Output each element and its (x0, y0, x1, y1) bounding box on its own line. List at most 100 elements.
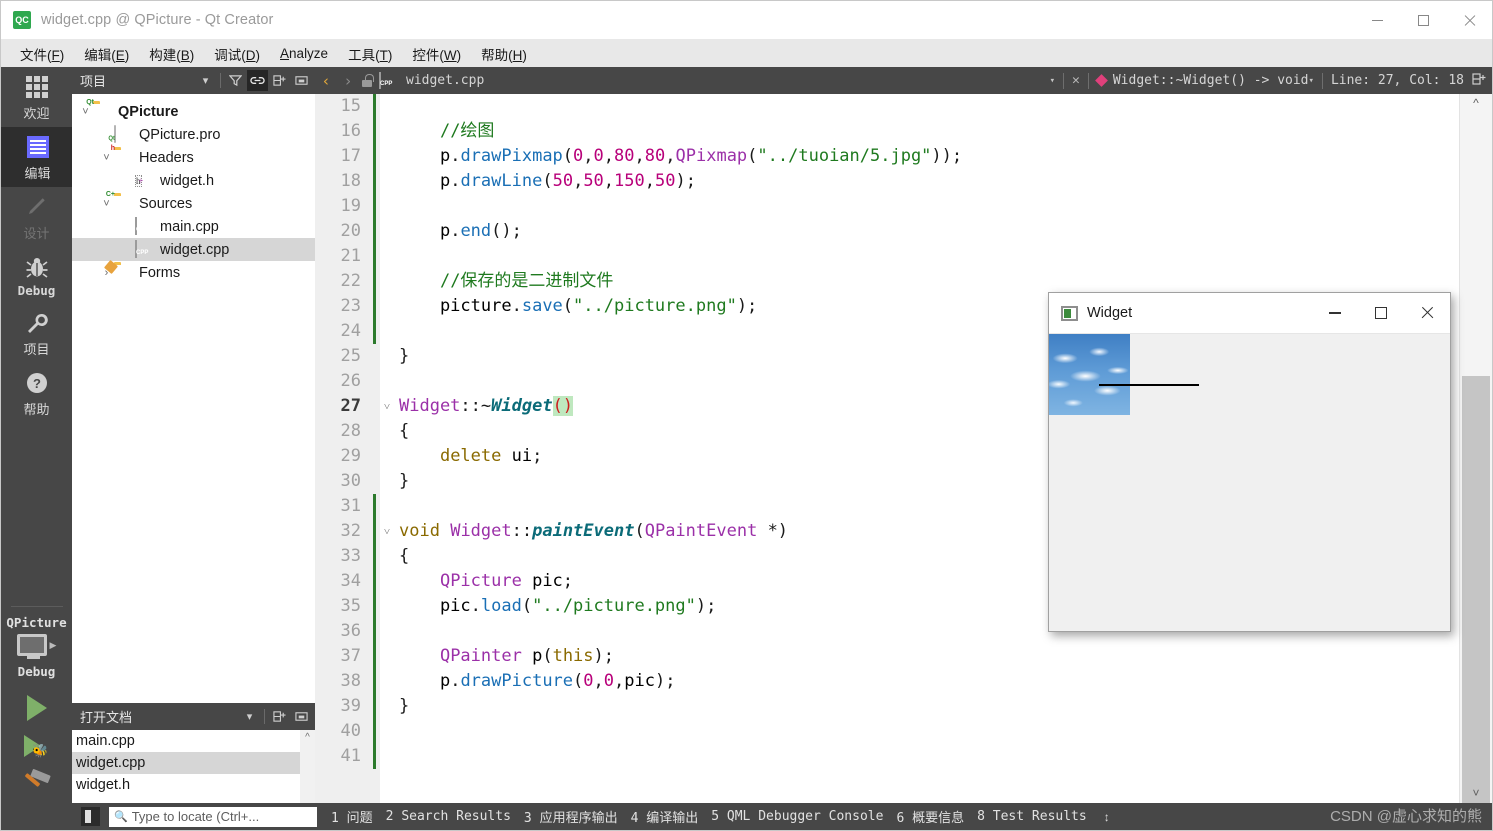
mode-design[interactable]: 设计 (1, 187, 72, 247)
file-selector[interactable]: CPP widget.cpp (379, 71, 484, 89)
expand-arrow-icon[interactable]: ˅ (99, 198, 114, 210)
pane-button-overview[interactable]: 6 概要信息 (896, 807, 964, 826)
chevron-down-icon[interactable]: ▾ (195, 70, 216, 91)
qt-creator-window: QC widget.cpp @ QPicture - Qt Creator 文件… (0, 0, 1493, 831)
project-panel-title: 项目 (80, 74, 107, 89)
cpp-file-icon: CPP (379, 71, 396, 89)
scrollbar-thumb[interactable] (1462, 376, 1490, 803)
menu-analyze[interactable]: Analyze (270, 43, 338, 64)
code-line[interactable]: p.drawLine(50,50,150,50); (399, 169, 1459, 194)
minimize-panel-icon[interactable] (291, 70, 312, 91)
maximize-button[interactable] (1400, 1, 1446, 39)
tree-item-headers[interactable]: ˅ h Headers (72, 145, 315, 169)
updown-arrows-icon[interactable]: ↕ (1104, 810, 1110, 824)
symbol-selector[interactable]: Widget::~Widget() -> void (1113, 73, 1309, 88)
open-doc-widget-h[interactable]: widget.h (72, 774, 315, 796)
scroll-up-icon[interactable]: ^ (305, 730, 310, 743)
code-line[interactable] (399, 744, 1459, 769)
tree-item-label: main.cpp (160, 218, 219, 235)
close-button[interactable] (1446, 1, 1492, 39)
widget-app-icon (1061, 305, 1078, 321)
scroll-up-icon[interactable]: ^ (1460, 94, 1492, 113)
menu-widgets[interactable]: 控件(W) (402, 41, 471, 67)
split-icon[interactable] (269, 706, 290, 727)
code-line[interactable]: //保存的是二进制文件 (399, 269, 1459, 294)
run-button[interactable] (1, 689, 72, 727)
open-documents-scrollbar[interactable]: ^ (300, 730, 315, 803)
open-doc-main-cpp[interactable]: main.cpp (72, 730, 315, 752)
mode-bar: 欢迎 编辑 设计 Debug 项目 ? 帮助 QPicture ▶ Debug … (1, 67, 72, 803)
code-line[interactable]: QPainter p(this); (399, 644, 1459, 669)
mode-debug[interactable]: Debug (1, 247, 72, 303)
tree-item-widget-cpp[interactable]: CPP widget.cpp (72, 238, 315, 261)
debug-button[interactable]: 🐝 (1, 727, 72, 765)
line-number: 33 (340, 546, 361, 566)
tree-item-main-cpp[interactable]: CPP main.cpp (72, 215, 315, 238)
popup-title: Widget (1087, 305, 1133, 321)
code-line[interactable] (399, 244, 1459, 269)
menu-tools[interactable]: 工具(T) (338, 41, 402, 67)
qt-project-folder-icon: Qt (86, 99, 94, 106)
fold-toggle-icon[interactable]: ˅ (379, 519, 395, 544)
menu-file[interactable]: 文件(F) (10, 41, 74, 67)
popup-minimize-button[interactable] (1312, 293, 1358, 333)
popup-maximize-button[interactable] (1358, 293, 1404, 333)
pane-button-qml-console[interactable]: 5 QML Debugger Console (711, 809, 883, 824)
mode-projects[interactable]: 项目 (1, 303, 72, 363)
kit-selector[interactable]: ▶ (16, 634, 56, 659)
code-line[interactable]: //绘图 (399, 119, 1459, 144)
code-line[interactable] (399, 194, 1459, 219)
code-line[interactable] (399, 94, 1459, 119)
tree-item-widget-h[interactable]: h + widget.h (72, 169, 315, 192)
filter-icon[interactable] (225, 70, 246, 91)
split-icon[interactable] (269, 70, 290, 91)
expand-arrow-icon[interactable]: ˅ (99, 152, 114, 164)
build-button[interactable] (1, 765, 72, 803)
chevron-down-icon[interactable]: ▾ (239, 706, 260, 727)
mode-welcome[interactable]: 欢迎 (1, 67, 72, 127)
mode-help[interactable]: ? 帮助 (1, 363, 72, 423)
file-dropdown-icon[interactable]: ▾ (1050, 76, 1055, 86)
code-line[interactable]: p.end(); (399, 219, 1459, 244)
pane-button-test-results[interactable]: 8 Test Results (977, 809, 1087, 824)
tree-item-qpicture[interactable]: ˅ Qt QPicture (72, 99, 315, 123)
mode-edit[interactable]: 编辑 (1, 127, 72, 187)
pane-button-compile-output[interactable]: 4 编译输出 (631, 807, 699, 826)
code-line[interactable] (399, 719, 1459, 744)
code-line[interactable]: } (399, 694, 1459, 719)
menu-help[interactable]: 帮助(H) (471, 41, 537, 67)
code-line[interactable]: p.drawPixmap(0,0,80,80,QPixmap("../tuoia… (399, 144, 1459, 169)
popup-close-button[interactable] (1404, 293, 1450, 333)
menu-build[interactable]: 构建(B) (139, 41, 204, 67)
fold-toggle-icon[interactable]: ˅ (379, 394, 395, 419)
menu-debug[interactable]: 调试(D) (204, 41, 270, 67)
link-icon[interactable] (247, 70, 268, 91)
toggle-sidebar-icon[interactable] (81, 807, 100, 826)
fold-markers[interactable]: ˅ ˅ (377, 94, 399, 803)
scroll-down-icon[interactable]: ˅ (1460, 784, 1492, 803)
pane-button-search[interactable]: 2 Search Results (386, 809, 511, 824)
menu-edit[interactable]: 编辑(E) (74, 41, 139, 67)
kit-project-name: QPicture (6, 615, 67, 630)
nav-forward-icon[interactable]: › (337, 72, 359, 90)
code-line[interactable]: p.drawPicture(0,0,pic); (399, 669, 1459, 694)
locator-input[interactable]: 🔍 Type to locate (Ctrl+... (109, 806, 317, 827)
widget-preview-window[interactable]: Widget (1048, 292, 1451, 632)
tree-item-qpicture-pro[interactable]: Qt QPicture.pro (72, 123, 315, 146)
pane-button-problems[interactable]: 1 问题 (331, 807, 373, 826)
open-doc-widget-cpp[interactable]: widget.cpp (72, 752, 315, 774)
line-number: 20 (340, 221, 361, 241)
tree-item-forms[interactable]: › Forms (72, 261, 315, 284)
symbol-dropdown-icon[interactable]: ▾ (1309, 76, 1314, 86)
tree-item-sources[interactable]: ˅ C+ Sources (72, 191, 315, 215)
close-document-icon[interactable]: ✕ (1072, 73, 1080, 88)
editor-vertical-scrollbar[interactable]: ^ ˅ (1459, 94, 1492, 803)
nav-back-icon[interactable]: ‹ (315, 72, 337, 90)
split-editor-icon[interactable] (1472, 72, 1486, 90)
pane-button-app-output[interactable]: 3 应用程序输出 (524, 807, 618, 826)
minimize-panel-icon[interactable] (291, 706, 312, 727)
unlocked-icon[interactable] (361, 74, 374, 87)
expand-arrow-icon[interactable]: ˅ (78, 106, 93, 118)
line-number: 35 (340, 596, 361, 616)
minimize-button[interactable] (1354, 1, 1400, 39)
